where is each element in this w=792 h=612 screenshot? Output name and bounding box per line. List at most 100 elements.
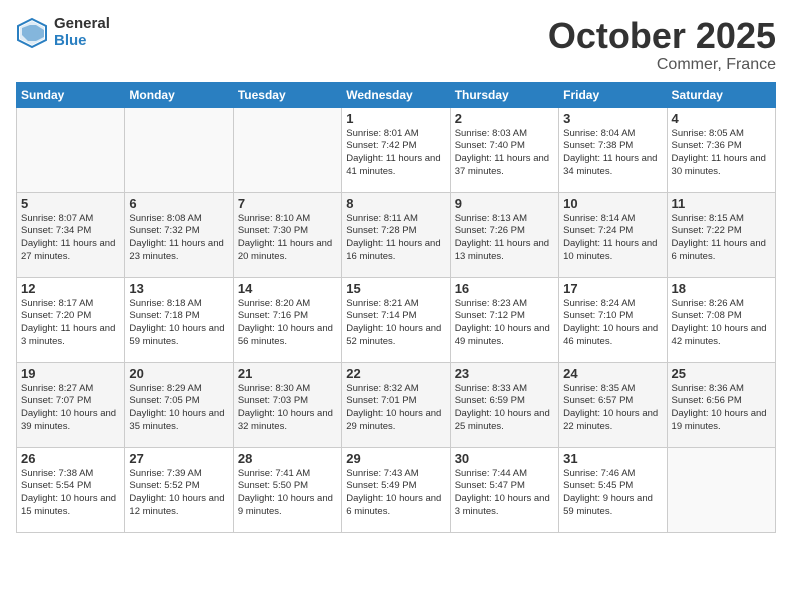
day-number: 24 — [563, 366, 662, 381]
day-info: Sunrise: 8:26 AM Sunset: 7:08 PM Dayligh… — [672, 298, 771, 349]
page-header: General Blue October 2025 Commer, France — [16, 16, 776, 74]
day-number: 6 — [129, 196, 228, 211]
calendar-cell — [233, 107, 341, 192]
logo-blue: Blue — [54, 33, 110, 50]
day-info: Sunrise: 8:04 AM Sunset: 7:38 PM Dayligh… — [563, 128, 662, 179]
day-info: Sunrise: 7:44 AM Sunset: 5:47 PM Dayligh… — [455, 468, 554, 519]
calendar-cell: 23Sunrise: 8:33 AM Sunset: 6:59 PM Dayli… — [450, 362, 558, 447]
weekday-header-thursday: Thursday — [450, 82, 558, 107]
calendar-week-row: 12 Sunrise: 8:17 AM Sunset: 7:20 PM Dayli… — [17, 277, 776, 362]
calendar-cell: 14 Sunrise: 8:20 AM Sunset: 7:16 PM Dayli… — [233, 277, 341, 362]
calendar-header-row: SundayMondayTuesdayWednesdayThursdayFrid… — [17, 82, 776, 107]
calendar-cell: 7 Sunrise: 8:10 AM Sunset: 7:30 PM Daylig… — [233, 192, 341, 277]
day-info: Sunrise: 8:07 AM Sunset: 7:34 PM Dayligh… — [21, 213, 120, 264]
day-number: 26 — [21, 451, 120, 466]
day-info: Sunrise: 8:30 AM Sunset: 7:03 PM Dayligh… — [238, 383, 337, 434]
day-info: Sunrise: 8:27 AM Sunset: 7:07 PM Dayligh… — [21, 383, 120, 434]
day-info: Sunrise: 8:35 AM Sunset: 6:57 PM Dayligh… — [563, 383, 662, 434]
day-info: Sunrise: 8:05 AM Sunset: 7:36 PM Dayligh… — [672, 128, 771, 179]
day-number: 25 — [672, 366, 771, 381]
day-info: Sunrise: 8:20 AM Sunset: 7:16 PM Dayligh… — [238, 298, 337, 349]
day-number: 3 — [563, 111, 662, 126]
calendar-cell: 2 Sunrise: 8:03 AM Sunset: 7:40 PM Daylig… — [450, 107, 558, 192]
calendar-cell: 31Sunrise: 7:46 AM Sunset: 5:45 PM Dayli… — [559, 447, 667, 532]
day-info: Sunrise: 8:01 AM Sunset: 7:42 PM Dayligh… — [346, 128, 445, 179]
calendar-cell: 3 Sunrise: 8:04 AM Sunset: 7:38 PM Daylig… — [559, 107, 667, 192]
day-number: 16 — [455, 281, 554, 296]
logo-text: General Blue — [54, 16, 110, 49]
day-number: 5 — [21, 196, 120, 211]
day-info: Sunrise: 8:23 AM Sunset: 7:12 PM Dayligh… — [455, 298, 554, 349]
day-number: 2 — [455, 111, 554, 126]
calendar-cell: 30 Sunrise: 7:44 AM Sunset: 5:47 PM Dayli… — [450, 447, 558, 532]
day-number: 27 — [129, 451, 228, 466]
day-number: 8 — [346, 196, 445, 211]
calendar-cell — [17, 107, 125, 192]
day-info: Sunrise: 8:33 AM Sunset: 6:59 PM Dayligh… — [455, 383, 554, 434]
day-info: Sunrise: 8:32 AM Sunset: 7:01 PM Dayligh… — [346, 383, 445, 434]
calendar-cell: 24 Sunrise: 8:35 AM Sunset: 6:57 PM Dayli… — [559, 362, 667, 447]
title-block: October 2025 Commer, France — [548, 16, 776, 74]
day-number: 10 — [563, 196, 662, 211]
calendar-cell: 27 Sunrise: 7:39 AM Sunset: 5:52 PM Dayli… — [125, 447, 233, 532]
day-info: Sunrise: 8:17 AM Sunset: 7:20 PM Dayligh… — [21, 298, 120, 349]
day-number: 14 — [238, 281, 337, 296]
calendar-cell: 19 Sunrise: 8:27 AM Sunset: 7:07 PM Dayli… — [17, 362, 125, 447]
calendar-table: SundayMondayTuesdayWednesdayThursdayFrid… — [16, 82, 776, 533]
day-number: 31 — [563, 451, 662, 466]
calendar-cell: 4 Sunrise: 8:05 AM Sunset: 7:36 PM Daylig… — [667, 107, 775, 192]
calendar-cell: 20 Sunrise: 8:29 AM Sunset: 7:05 PM Dayli… — [125, 362, 233, 447]
day-number: 17 — [563, 281, 662, 296]
calendar-cell: 10Sunrise: 8:14 AM Sunset: 7:24 PM Dayli… — [559, 192, 667, 277]
day-info: Sunrise: 8:36 AM Sunset: 6:56 PM Dayligh… — [672, 383, 771, 434]
calendar-cell: 6 Sunrise: 8:08 AM Sunset: 7:32 PM Daylig… — [125, 192, 233, 277]
calendar-cell: 22 Sunrise: 8:32 AM Sunset: 7:01 PM Dayli… — [342, 362, 450, 447]
calendar-cell: 18Sunrise: 8:26 AM Sunset: 7:08 PM Dayli… — [667, 277, 775, 362]
day-number: 12 — [21, 281, 120, 296]
day-number: 4 — [672, 111, 771, 126]
day-number: 30 — [455, 451, 554, 466]
day-number: 28 — [238, 451, 337, 466]
calendar-week-row: 19 Sunrise: 8:27 AM Sunset: 7:07 PM Dayli… — [17, 362, 776, 447]
day-info: Sunrise: 8:10 AM Sunset: 7:30 PM Dayligh… — [238, 213, 337, 264]
day-number: 21 — [238, 366, 337, 381]
day-info: Sunrise: 8:29 AM Sunset: 7:05 PM Dayligh… — [129, 383, 228, 434]
calendar-week-row: 26 Sunrise: 7:38 AM Sunset: 5:54 PM Dayli… — [17, 447, 776, 532]
day-info: Sunrise: 8:08 AM Sunset: 7:32 PM Dayligh… — [129, 213, 228, 264]
day-info: Sunrise: 8:11 AM Sunset: 7:28 PM Dayligh… — [346, 213, 445, 264]
day-info: Sunrise: 8:15 AM Sunset: 7:22 PM Dayligh… — [672, 213, 771, 264]
day-info: Sunrise: 8:13 AM Sunset: 7:26 PM Dayligh… — [455, 213, 554, 264]
day-number: 9 — [455, 196, 554, 211]
calendar-cell: 5 Sunrise: 8:07 AM Sunset: 7:34 PM Daylig… — [17, 192, 125, 277]
day-info: Sunrise: 8:24 AM Sunset: 7:10 PM Dayligh… — [563, 298, 662, 349]
calendar-cell — [667, 447, 775, 532]
weekday-header-saturday: Saturday — [667, 82, 775, 107]
calendar-cell: 28 Sunrise: 7:41 AM Sunset: 5:50 PM Dayli… — [233, 447, 341, 532]
calendar-cell: 17 Sunrise: 8:24 AM Sunset: 7:10 PM Dayli… — [559, 277, 667, 362]
calendar-cell: 8 Sunrise: 8:11 AM Sunset: 7:28 PM Daylig… — [342, 192, 450, 277]
logo-general: General — [54, 16, 110, 33]
day-number: 19 — [21, 366, 120, 381]
day-number: 7 — [238, 196, 337, 211]
calendar-cell: 25 Sunrise: 8:36 AM Sunset: 6:56 PM Dayli… — [667, 362, 775, 447]
calendar-cell: 11Sunrise: 8:15 AM Sunset: 7:22 PM Dayli… — [667, 192, 775, 277]
day-info: Sunrise: 7:38 AM Sunset: 5:54 PM Dayligh… — [21, 468, 120, 519]
day-number: 20 — [129, 366, 228, 381]
day-info: Sunrise: 7:39 AM Sunset: 5:52 PM Dayligh… — [129, 468, 228, 519]
day-info: Sunrise: 7:43 AM Sunset: 5:49 PM Dayligh… — [346, 468, 445, 519]
day-number: 29 — [346, 451, 445, 466]
calendar-week-row: 1 Sunrise: 8:01 AM Sunset: 7:42 PM Daylig… — [17, 107, 776, 192]
weekday-header-friday: Friday — [559, 82, 667, 107]
calendar-cell: 16 Sunrise: 8:23 AM Sunset: 7:12 PM Dayli… — [450, 277, 558, 362]
day-number: 13 — [129, 281, 228, 296]
day-info: Sunrise: 7:41 AM Sunset: 5:50 PM Dayligh… — [238, 468, 337, 519]
weekday-header-tuesday: Tuesday — [233, 82, 341, 107]
day-number: 22 — [346, 366, 445, 381]
calendar-cell: 12 Sunrise: 8:17 AM Sunset: 7:20 PM Dayli… — [17, 277, 125, 362]
day-info: Sunrise: 8:03 AM Sunset: 7:40 PM Dayligh… — [455, 128, 554, 179]
calendar-cell: 9 Sunrise: 8:13 AM Sunset: 7:26 PM Daylig… — [450, 192, 558, 277]
calendar-week-row: 5 Sunrise: 8:07 AM Sunset: 7:34 PM Daylig… — [17, 192, 776, 277]
weekday-header-monday: Monday — [125, 82, 233, 107]
day-number: 1 — [346, 111, 445, 126]
day-info: Sunrise: 8:21 AM Sunset: 7:14 PM Dayligh… — [346, 298, 445, 349]
